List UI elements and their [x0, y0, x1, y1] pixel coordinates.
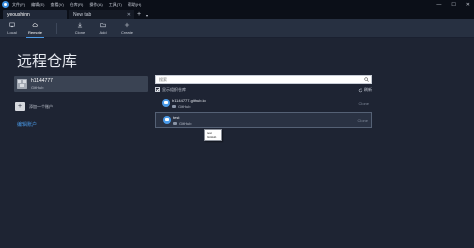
- add-account: + 添加一个账户: [15, 102, 53, 111]
- local-button[interactable]: Local: [5, 20, 19, 37]
- add-account-button[interactable]: +: [15, 102, 25, 111]
- tab-yeoushinn[interactable]: yeoushinn: [3, 10, 67, 19]
- menu-file[interactable]: 文件(F): [12, 2, 25, 8]
- tab-new-tab[interactable]: New tab ✕: [69, 10, 134, 19]
- search-input[interactable]: [156, 76, 356, 83]
- refresh-icon: [358, 87, 363, 92]
- github-icon: [172, 105, 176, 108]
- tab-label: yeoushinn: [7, 11, 30, 18]
- show-org-repos-checkbox[interactable]: [155, 87, 160, 92]
- repo-tooltip: test GitHub: [204, 129, 222, 141]
- repo-row[interactable]: h1144777.github.io GitHub Clone: [155, 96, 372, 112]
- remote-button[interactable]: Remote: [26, 20, 44, 38]
- repo-host: GitHub: [172, 104, 190, 109]
- filter-row: 显示组织仓库 刷新: [155, 87, 372, 93]
- repository-icon: [162, 99, 170, 107]
- tab-label: New tab: [73, 11, 92, 18]
- tab-close-icon[interactable]: ✕: [127, 12, 131, 18]
- clone-repo-button[interactable]: Clone: [358, 118, 368, 123]
- menu-edit[interactable]: 编辑(E): [31, 2, 44, 8]
- sourcetree-logo-icon: [2, 1, 9, 8]
- search-icon: [364, 77, 369, 82]
- create-button[interactable]: Create: [119, 20, 135, 37]
- menu-tools[interactable]: 工具(T): [109, 2, 122, 8]
- plus-icon: [124, 22, 130, 28]
- repo-host-label: GitHub: [179, 121, 192, 126]
- repo-row[interactable]: test GitHub Clone: [155, 112, 372, 128]
- account-card[interactable]: h1144777 GitHub: [14, 76, 148, 92]
- github-icon: [173, 122, 177, 125]
- tab-bar: yeoushinn New tab ✕ + ▾: [0, 9, 474, 19]
- toolbar-divider: [56, 23, 57, 34]
- repo-name: h1144777.github.io: [172, 98, 206, 103]
- menu-help[interactable]: 帮助(H): [128, 2, 142, 8]
- repository-icon: [163, 116, 171, 124]
- clone-button[interactable]: Clone: [73, 20, 87, 37]
- add-account-label[interactable]: 添加一个账户: [29, 104, 53, 110]
- menu-view[interactable]: 查看(V): [50, 2, 63, 8]
- monitor-icon: [9, 22, 15, 28]
- refresh-button[interactable]: 刷新: [358, 87, 372, 93]
- close-window-button[interactable]: ✕: [466, 2, 470, 8]
- repo-host: GitHub: [173, 121, 191, 126]
- menu-actions[interactable]: 操作(A): [89, 2, 102, 8]
- add-button[interactable]: Add: [96, 20, 110, 37]
- minimize-button[interactable]: —: [436, 2, 441, 8]
- search-box: [155, 75, 372, 84]
- create-label: Create: [120, 30, 133, 35]
- account-host: GitHub: [31, 85, 44, 90]
- add-label: Add: [99, 30, 107, 35]
- repo-host-label: GitHub: [178, 104, 191, 109]
- cloud-icon: [32, 23, 38, 27]
- remote-label: Remote: [27, 30, 42, 35]
- repo-name: test: [173, 115, 180, 120]
- folder-icon: [100, 23, 106, 28]
- download-icon: [77, 22, 83, 28]
- toolbar: Local Remote Clone Add Create: [0, 19, 474, 38]
- refresh-label: 刷新: [364, 87, 372, 92]
- maximize-button[interactable]: ☐: [451, 2, 455, 8]
- new-tab-button[interactable]: +: [137, 10, 141, 19]
- tooltip-host: GitHub: [207, 135, 217, 139]
- account-name: h1144777: [31, 78, 53, 84]
- edit-accounts-link[interactable]: 编辑账户: [17, 121, 37, 128]
- clone-label: Clone: [74, 30, 86, 35]
- show-org-repos-label: 显示组织仓库: [162, 87, 186, 92]
- menu-repository[interactable]: 仓库(R): [70, 2, 84, 8]
- clone-repo-button[interactable]: Clone: [359, 101, 369, 106]
- avatar: [17, 79, 27, 89]
- menu-bar: 文件(F) 编辑(E) 查看(V) 仓库(R) 操作(A) 工具(T) 帮助(H…: [0, 0, 474, 9]
- local-label: Local: [7, 30, 17, 35]
- page-title: 远程仓库: [17, 53, 78, 70]
